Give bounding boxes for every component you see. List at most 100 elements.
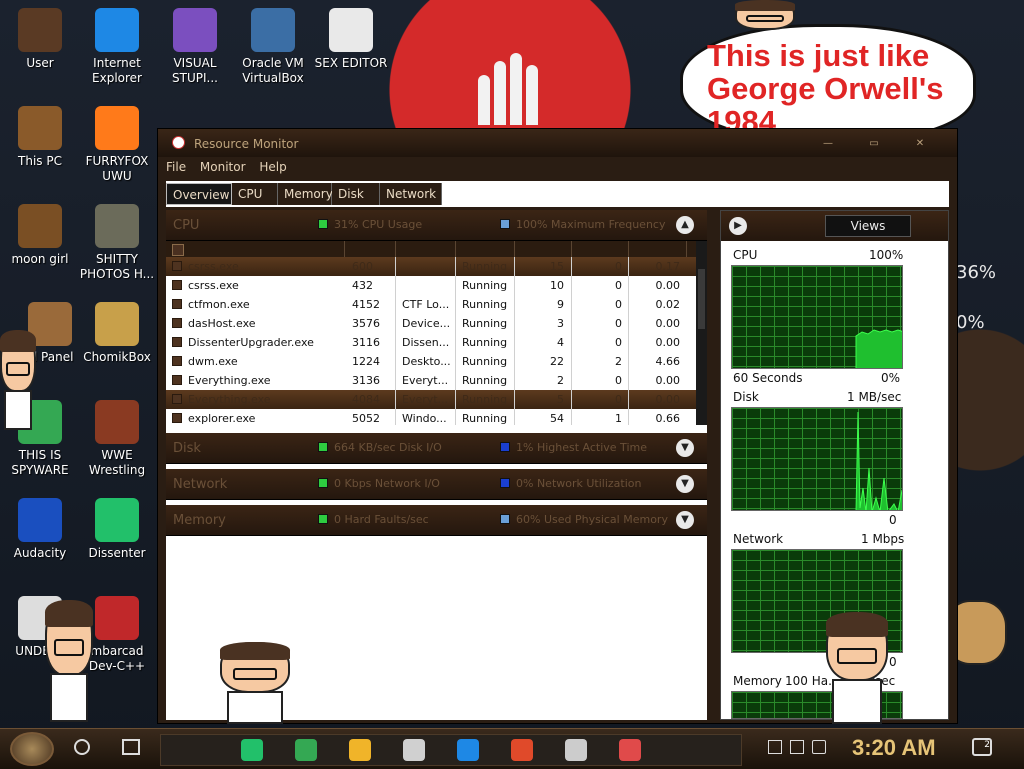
side-percent-1: 36% (956, 262, 997, 283)
table-row[interactable]: Everything.exe 4084 Everyt... Running 5 0 0.00 (166, 390, 696, 409)
row-checkbox[interactable] (172, 318, 182, 328)
cell-desc: Device... (402, 317, 451, 330)
cell-cpu: 0 (615, 298, 622, 311)
taskbar-clock[interactable]: 3:20 AM (852, 735, 936, 761)
chrome-icon[interactable] (295, 739, 317, 761)
desktop-icon-label: Oracle VM VirtualBox (242, 56, 304, 85)
desktop-icon-gimp[interactable]: SHITTY PHOTOS H... (77, 204, 157, 282)
expand-memory-icon[interactable]: ▼ (676, 511, 694, 529)
desktop-icon-this-pc[interactable]: This PC (0, 106, 80, 169)
menu-help[interactable]: Help (259, 160, 286, 174)
process-table: csrss.exe 600 Running 15 0 0.17 csrss.exe 432 Ru… (166, 241, 696, 425)
memory-section-header[interactable]: Memory 0 Hard Faults/sec 60% Used Physic… (166, 505, 707, 536)
disk-section-header[interactable]: Disk 664 KB/sec Disk I/O 1% Highest Acti… (166, 433, 707, 464)
edge-icon (95, 8, 139, 52)
dissenter-icon[interactable] (241, 739, 263, 761)
cell-pid: 4152 (352, 298, 380, 311)
cell-status: Running (462, 298, 508, 311)
cell-name: csrss.exe (188, 260, 239, 273)
cell-pid: 3116 (352, 336, 380, 349)
cartoon-character-left (0, 330, 36, 430)
tab-disk[interactable]: Disk (332, 183, 380, 205)
network-section-header[interactable]: Network 0 Kbps Network I/O 0% Network Ut… (166, 469, 707, 500)
cell-threads: 10 (550, 279, 564, 292)
cell-threads: 15 (550, 260, 564, 273)
desktop-icon-internet-explorer[interactable]: Internet Explorer (77, 8, 157, 86)
volume-muted-icon[interactable] (812, 740, 826, 754)
table-row[interactable]: DissenterUpgrader.exe 3116 Dissen... Runnin… (166, 333, 696, 352)
views-button[interactable]: Views (825, 215, 911, 237)
desktop-icon-hxd[interactable]: SEX EDITOR (311, 8, 391, 71)
title-bar[interactable]: Resource Monitor — ▭ ✕ (158, 129, 957, 157)
menu-file[interactable]: File (166, 160, 186, 174)
row-checkbox[interactable] (172, 413, 182, 423)
cell-name: DissenterUpgrader.exe (188, 336, 314, 349)
close-button[interactable]: ✕ (906, 138, 934, 150)
tray-device-icon[interactable] (768, 740, 782, 754)
tab-memory[interactable]: Memory (278, 183, 333, 205)
row-checkbox[interactable] (172, 375, 182, 385)
desktop-icon-firefox[interactable]: FURRYFOX UWU (77, 106, 157, 184)
row-checkbox[interactable] (172, 299, 182, 309)
desktop-icon-moon-girl[interactable]: moon girl (0, 204, 80, 267)
visual-studio-icon (173, 8, 217, 52)
computer-icon (18, 106, 62, 150)
collapse-panel-icon[interactable]: ▶ (729, 217, 747, 235)
select-all-checkbox[interactable] (172, 244, 184, 256)
network-icon[interactable] (790, 740, 804, 754)
maximize-button[interactable]: ▭ (860, 138, 888, 150)
cell-threads: 22 (550, 355, 564, 368)
desktop-icon-label: moon girl (11, 252, 69, 266)
desktop-icon-wwe[interactable]: WWE Wrestling (77, 400, 157, 478)
cell-pid: 4084 (352, 393, 380, 406)
minimize-button[interactable]: — (814, 138, 842, 150)
palette-icon[interactable] (403, 739, 425, 761)
network-utilization-text: 0% Network Utilization (516, 477, 642, 490)
memory-used-swatch (500, 514, 510, 524)
row-checkbox[interactable] (172, 261, 182, 271)
desktop-icon-chomikbox[interactable]: ChomikBox (77, 302, 157, 365)
tab-network[interactable]: Network (380, 183, 442, 205)
table-row[interactable]: dwm.exe 1224 Deskto... Running 22 2 4.66 (166, 352, 696, 371)
desktop-icon-visual-studio[interactable]: VISUAL STUPI... (155, 8, 235, 86)
audacity-icon[interactable] (511, 739, 533, 761)
desktop-icon-label: WWE Wrestling (88, 448, 146, 477)
table-row[interactable]: csrss.exe 600 Running 15 0 0.17 (166, 257, 696, 276)
tab-overview[interactable]: Overview (166, 183, 232, 205)
cell-pid: 3576 (352, 317, 380, 330)
resource-monitor-icon[interactable] (619, 739, 641, 761)
table-row[interactable]: ctfmon.exe 4152 CTF Lo... Running 9 0 0.02 (166, 295, 696, 314)
row-checkbox[interactable] (172, 280, 182, 290)
expand-disk-icon[interactable]: ▼ (676, 439, 694, 457)
folder-icon[interactable] (349, 739, 371, 761)
process-table-scrollbar[interactable] (696, 241, 707, 425)
table-row[interactable]: csrss.exe 432 Running 10 0 0.00 (166, 276, 696, 295)
table-row[interactable]: dasHost.exe 3576 Device... Running 3 0 0.00 (166, 314, 696, 333)
desktop-icon-dissenter[interactable]: Dissenter (77, 498, 157, 561)
cell-status: Running (462, 412, 508, 425)
menu-monitor[interactable]: Monitor (200, 160, 246, 174)
desktop-icon-virtualbox[interactable]: Oracle VM VirtualBox (233, 8, 313, 86)
desktop-icon-user[interactable]: User (0, 8, 80, 71)
start-button[interactable] (10, 732, 54, 766)
tab-cpu[interactable]: CPU (232, 183, 278, 205)
mask-icon[interactable] (565, 739, 587, 761)
row-checkbox[interactable] (172, 356, 182, 366)
expand-network-icon[interactable]: ▼ (676, 475, 694, 493)
task-view-icon[interactable] (122, 739, 140, 755)
edge-icon[interactable] (457, 739, 479, 761)
disk-section-title: Disk (173, 441, 201, 456)
memory-faults-swatch (318, 514, 328, 524)
cell-status: Running (462, 374, 508, 387)
cpu-section-header[interactable]: CPU 31% CPU Usage 100% Maximum Frequency… (166, 210, 707, 241)
notification-center-icon[interactable]: 2 (972, 738, 992, 756)
row-checkbox[interactable] (172, 394, 182, 404)
search-icon[interactable] (74, 739, 90, 755)
row-checkbox[interactable] (172, 337, 182, 347)
collapse-cpu-icon[interactable]: ▲ (676, 216, 694, 234)
table-row[interactable]: Everything.exe 3136 Everyt... Running 2 0 0.00 (166, 371, 696, 390)
table-row[interactable]: explorer.exe 5052 Windo... Running 54 1 0.66 (166, 409, 696, 425)
notification-count: 2 (984, 740, 990, 750)
desktop-icon-label: FURRYFOX UWU (85, 154, 149, 183)
desktop-icon-audacity[interactable]: Audacity (0, 498, 80, 561)
